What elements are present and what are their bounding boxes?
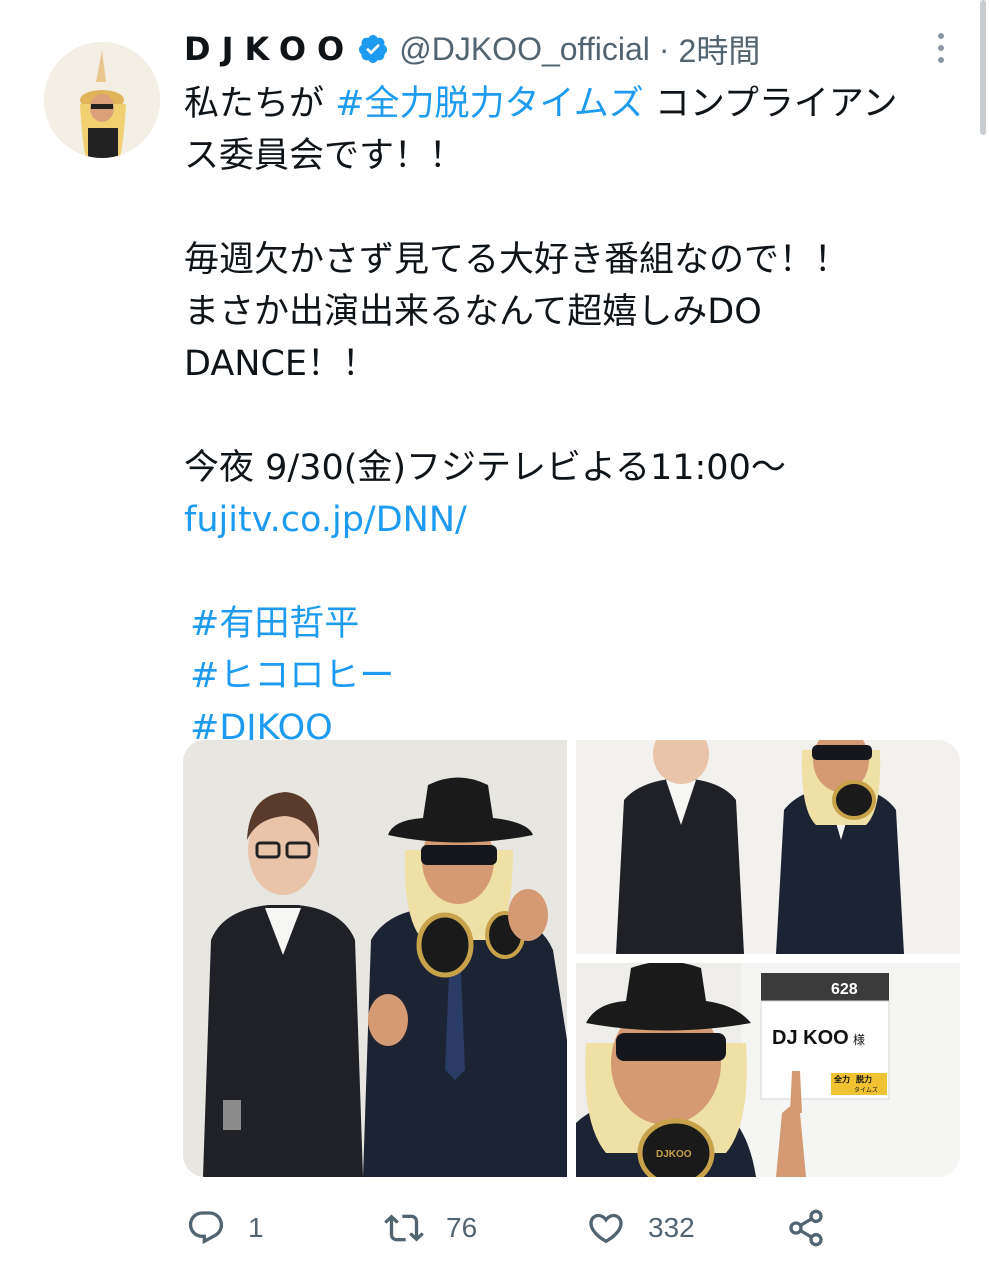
timestamp[interactable]: 2時間: [679, 26, 761, 72]
share-icon: [789, 1209, 823, 1247]
photo-2-image: [576, 740, 960, 954]
retweet-button[interactable]: 76: [384, 1200, 477, 1256]
text-line: まさか出演出来るなんて超嬉しみDO: [184, 292, 762, 332]
text-segment: 私たちが: [184, 84, 336, 124]
text-line: ス委員会です！！: [184, 136, 465, 176]
like-icon: [589, 1213, 623, 1244]
handle[interactable]: @DJKOO_official: [399, 31, 650, 68]
hashtag-link[interactable]: #有田哲平: [184, 598, 974, 650]
logo-text-top: 全力: [833, 1074, 850, 1084]
sign-honorific: 様: [853, 1033, 865, 1047]
reply-count: 1: [248, 1212, 264, 1243]
scrollbar[interactable]: [980, 0, 986, 135]
photo-1-image: [183, 740, 567, 1177]
logo-text-bottom: タイムズ: [854, 1086, 878, 1094]
avatar[interactable]: [44, 42, 160, 158]
share-button[interactable]: [786, 1200, 848, 1256]
tweet-text: 私たちが #全力脱力タイムズ コンプライアン ス委員会です！！ 毎週欠かさず見て…: [184, 78, 974, 754]
action-bar: 1 76 332: [186, 1200, 836, 1256]
photo-1[interactable]: [183, 740, 567, 1177]
text-line: 毎週欠かさず見てる大好き番組なので！！: [184, 240, 850, 280]
hashtag-link[interactable]: #全力脱力タイムズ: [335, 84, 644, 124]
retweet-icon: [384, 1214, 424, 1242]
photo-2[interactable]: [576, 740, 960, 954]
like-button[interactable]: 332: [586, 1200, 695, 1256]
text-line: DANCE！！: [184, 344, 378, 384]
like-count: 332: [648, 1212, 695, 1243]
url-link[interactable]: fujitv.co.jp/DNN/: [184, 494, 974, 546]
reply-button[interactable]: 1: [186, 1200, 264, 1256]
hashtag-link[interactable]: #ヒコロヒー: [184, 650, 974, 702]
photo-3[interactable]: 628 DJ KOO 様 全力 脱力 タイムズ DJKOO: [576, 963, 960, 1177]
text-segment: コンプライアン: [643, 84, 898, 124]
retweet-count: 76: [446, 1212, 478, 1243]
logo-text-mid: 脱力: [856, 1074, 872, 1084]
text-line: 今夜 9/30(金)フジテレビよる11:00〜: [184, 448, 786, 488]
sign-name: DJ KOO: [772, 1027, 849, 1049]
headphone-brand: DJKOO: [656, 1149, 692, 1160]
verified-badge-icon: [359, 35, 388, 63]
separator: ·: [658, 30, 670, 67]
room-number: 628: [831, 981, 858, 998]
more-icon[interactable]: [927, 28, 955, 68]
media-grid: 628 DJ KOO 様 全力 脱力 タイムズ DJKOO: [183, 740, 960, 1177]
tweet-header: DJKOO @DJKOO_official · 2時間: [184, 26, 760, 72]
photo-3-image: 628 DJ KOO 様 全力 脱力 タイムズ DJKOO: [576, 963, 960, 1177]
reply-icon: [188, 1211, 224, 1245]
avatar-image: [44, 42, 160, 158]
display-name[interactable]: DJKOO: [184, 30, 355, 68]
text-line: 私たちが #全力脱力タイムズ コンプライアン: [184, 78, 974, 130]
